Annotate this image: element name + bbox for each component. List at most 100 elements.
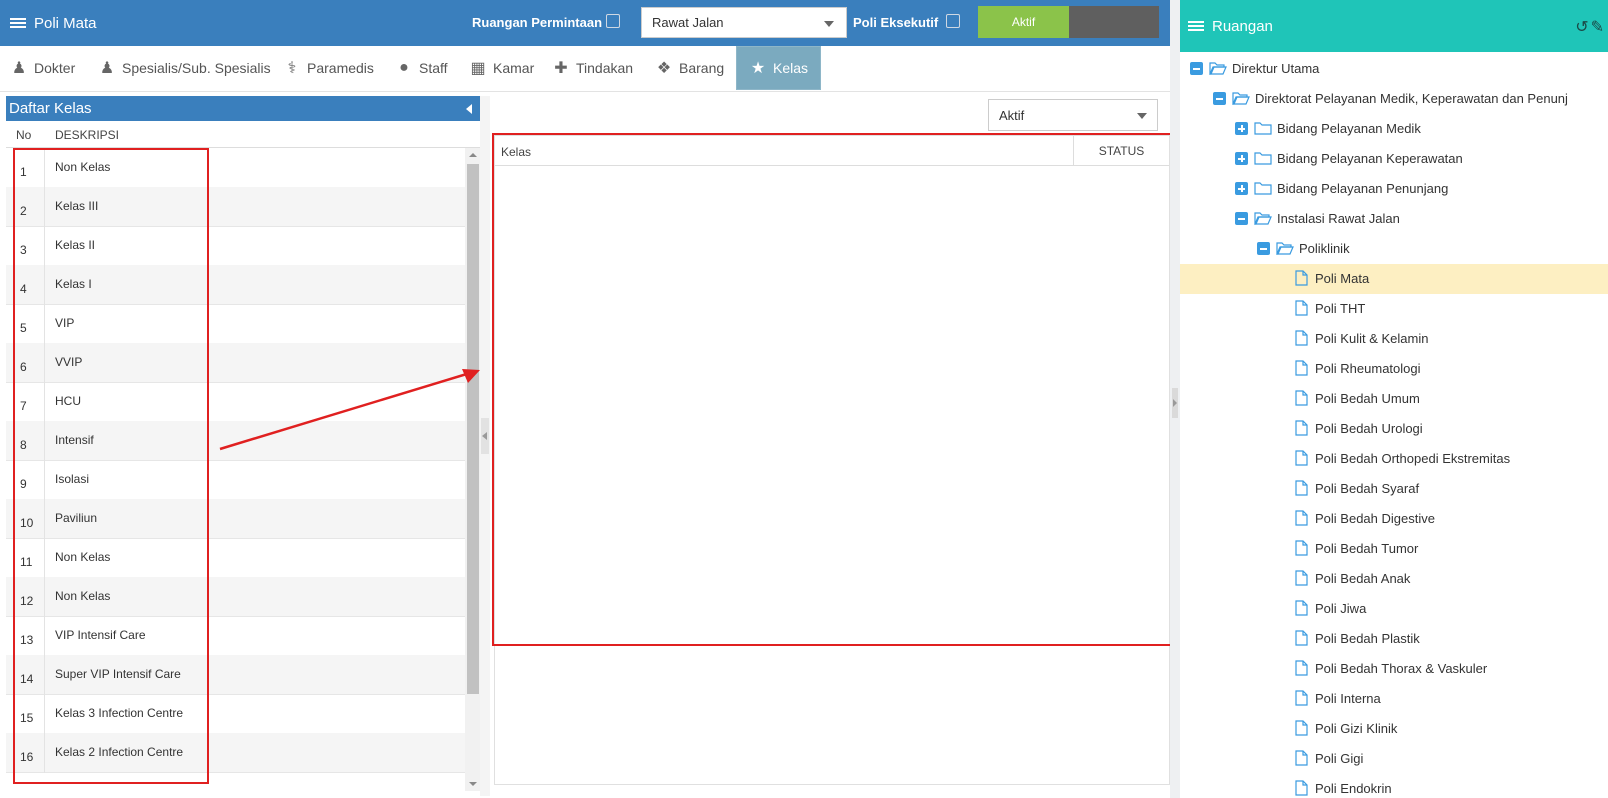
table-row[interactable]: 9 Isolasi <box>6 460 465 500</box>
ruangan-header: Ruangan ↺✎ <box>1180 0 1608 52</box>
tree-node[interactable]: Poli Endokrin <box>1180 774 1608 798</box>
grid-column-status[interactable]: STATUS <box>1073 136 1169 166</box>
tree-node[interactable]: Poli Bedah Anak <box>1180 564 1608 594</box>
row-no: 4 <box>20 282 27 296</box>
kelas-column-header: No DESKRIPSI <box>6 121 480 148</box>
table-row[interactable]: 7 HCU <box>6 382 465 422</box>
table-row[interactable]: 14 Super VIP Intensif Care <box>6 655 465 695</box>
collapse-icon[interactable] <box>1213 92 1226 105</box>
panel-splitter[interactable] <box>480 96 490 796</box>
row-deskripsi: HCU <box>55 394 81 408</box>
aktif-toggle-button[interactable]: Aktif <box>978 6 1069 38</box>
top-bar-title-wrap: Poli Mata <box>10 0 97 46</box>
chevron-right-icon <box>1173 399 1177 407</box>
scroll-down-icon[interactable] <box>469 782 477 786</box>
column-no[interactable]: No <box>16 128 31 142</box>
tree-node[interactable]: Poli Bedah Syaraf <box>1180 474 1608 504</box>
collapse-icon[interactable] <box>1257 242 1270 255</box>
tree-node-label: Instalasi Rawat Jalan <box>1277 211 1400 226</box>
tree-node[interactable]: Poli Rheumatologi <box>1180 354 1608 384</box>
row-no: 8 <box>20 438 27 452</box>
ruangan-permintaan-label: Ruangan Permintaan <box>472 15 603 30</box>
scroll-thumb[interactable] <box>467 164 479 694</box>
column-deskripsi[interactable]: DESKRIPSI <box>55 128 119 142</box>
tree-node[interactable]: Bidang Pelayanan Medik <box>1180 114 1608 144</box>
tree-node-label: Bidang Pelayanan Medik <box>1277 121 1421 136</box>
scroll-up-icon[interactable] <box>469 153 477 157</box>
file-icon <box>1292 510 1310 526</box>
table-row[interactable]: 1 Non Kelas <box>6 148 465 188</box>
status-filter-select[interactable]: Aktif <box>988 99 1158 131</box>
tab-kelas[interactable]: ★ Kelas <box>736 46 822 90</box>
tree-node[interactable]: Poli Bedah Urologi <box>1180 414 1608 444</box>
column-divider <box>44 421 45 461</box>
tree-node[interactable]: Poli Bedah Thorax & Vaskuler <box>1180 654 1608 684</box>
tree-node[interactable]: Poli Gizi Klinik <box>1180 714 1608 744</box>
column-divider <box>44 304 45 344</box>
table-row[interactable]: 11 Non Kelas <box>6 538 465 578</box>
table-row[interactable]: 15 Kelas 3 Infection Centre <box>6 694 465 734</box>
expand-icon[interactable] <box>1235 152 1248 165</box>
table-row[interactable]: 5 VIP <box>6 304 465 344</box>
table-row[interactable]: 13 VIP Intensif Care <box>6 616 465 656</box>
table-row[interactable]: 10 Paviliun <box>6 499 465 539</box>
tree-node[interactable]: Direktur Utama <box>1180 54 1608 84</box>
tree-node[interactable]: Poli Jiwa <box>1180 594 1608 624</box>
file-icon <box>1292 750 1310 766</box>
tree-node[interactable]: Poli Kulit & Kelamin <box>1180 324 1608 354</box>
splitter-handle[interactable] <box>481 418 489 454</box>
tab-kamar[interactable]: ▦ Kamar <box>469 46 534 90</box>
tree-node[interactable]: Poli Gigi <box>1180 744 1608 774</box>
tree-node[interactable]: Poli THT <box>1180 294 1608 324</box>
history-icon[interactable]: ↺ <box>1575 19 1590 36</box>
poli-eksekutif-checkbox[interactable] <box>946 14 960 28</box>
collapse-icon[interactable] <box>1235 212 1248 225</box>
tree-node[interactable]: Poli Bedah Orthopedi Ekstremitas <box>1180 444 1608 474</box>
table-row[interactable]: 8 Intensif <box>6 421 465 461</box>
tree-node[interactable]: Poli Bedah Plastik <box>1180 624 1608 654</box>
expand-icon[interactable] <box>1235 122 1248 135</box>
table-row[interactable]: 4 Kelas I <box>6 265 465 305</box>
kelas-grid-header: Kelas STATUS <box>495 136 1169 166</box>
tree-node[interactable]: Poli Interna <box>1180 684 1608 714</box>
star-icon: ★ <box>750 60 766 77</box>
tree-node[interactable]: Poli Bedah Tumor <box>1180 534 1608 564</box>
tree-node[interactable]: Direktorat Pelayanan Medik, Keperawatan … <box>1180 84 1608 114</box>
tree-node-label: Poli Gizi Klinik <box>1315 721 1398 736</box>
tree-node[interactable]: Poli Bedah Umum <box>1180 384 1608 414</box>
nonaktif-toggle-button[interactable] <box>1069 6 1159 38</box>
row-no: 13 <box>20 633 34 647</box>
tab-tindakan[interactable]: ✚ Tindakan <box>552 46 633 90</box>
expand-icon[interactable] <box>1235 182 1248 195</box>
tab-staff[interactable]: ● Staff <box>395 46 447 90</box>
collapse-icon[interactable] <box>1190 62 1203 75</box>
ruangan-permintaan-checkbox[interactable] <box>606 14 620 28</box>
tab-spesialis-sub-spesialis[interactable]: ♟ Spesialis/Sub. Spesialis <box>98 46 271 90</box>
tree-node[interactable]: Instalasi Rawat Jalan <box>1180 204 1608 234</box>
tab-label: Kelas <box>773 60 809 76</box>
tree-node-label: Bidang Pelayanan Keperawatan <box>1277 151 1463 166</box>
tab-dokter[interactable]: ♟ Dokter <box>10 46 75 90</box>
right-splitter[interactable] <box>1170 0 1180 798</box>
tree-node[interactable]: Poli Mata <box>1180 264 1608 294</box>
tree-node[interactable]: Poliklinik <box>1180 234 1608 264</box>
grid-column-kelas[interactable]: Kelas <box>501 145 531 159</box>
table-row[interactable]: 2 Kelas III <box>6 187 465 227</box>
tab-barang[interactable]: ❖ Barang <box>655 46 724 90</box>
kelas-scrollbar[interactable] <box>465 148 480 791</box>
tree-node[interactable]: Bidang Pelayanan Penunjang <box>1180 174 1608 204</box>
tree-node[interactable]: Poli Bedah Digestive <box>1180 504 1608 534</box>
tab-label: Barang <box>679 60 725 76</box>
tab-paramedis[interactable]: ⚕ Paramedis <box>283 46 374 90</box>
table-row[interactable]: 12 Non Kelas <box>6 577 465 617</box>
user-tie-icon: ♟ <box>11 60 27 77</box>
table-row[interactable]: 16 Kelas 2 Infection Centre <box>6 733 465 773</box>
column-divider <box>44 265 45 305</box>
collapse-left-icon[interactable] <box>466 104 472 114</box>
right-splitter-handle[interactable] <box>1172 388 1178 418</box>
table-row[interactable]: 3 Kelas II <box>6 226 465 266</box>
tree-node[interactable]: Bidang Pelayanan Keperawatan <box>1180 144 1608 174</box>
rawat-type-select[interactable]: Rawat Jalan <box>641 7 847 38</box>
table-row[interactable]: 6 VVIP <box>6 343 465 383</box>
edit-icon[interactable]: ✎ <box>1591 19 1606 36</box>
